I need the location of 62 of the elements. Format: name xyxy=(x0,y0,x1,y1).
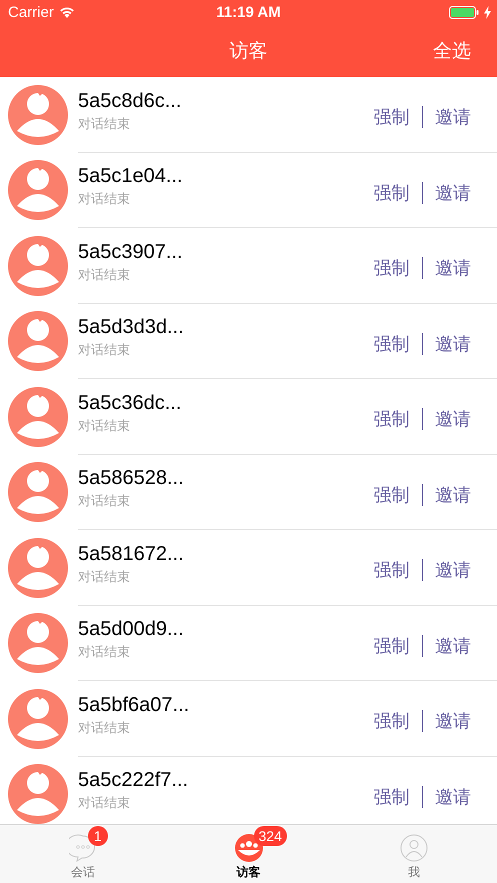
action-link[interactable]: 邀请 xyxy=(435,105,471,130)
battery-icon xyxy=(449,6,479,18)
action-link[interactable]: 强制 xyxy=(374,105,410,130)
avatar-icon xyxy=(8,386,68,447)
visitor-status: 对话结束 xyxy=(78,266,130,284)
visitor-status: 对话结束 xyxy=(78,191,130,208)
action-link[interactable]: 强制 xyxy=(374,784,410,809)
action-link[interactable]: 邀请 xyxy=(435,784,471,809)
action-link[interactable]: 强制 xyxy=(374,256,410,280)
avatar-icon xyxy=(8,462,68,522)
action-link[interactable]: 强制 xyxy=(374,709,410,734)
wifi-icon xyxy=(58,6,75,18)
action-link[interactable]: 邀请 xyxy=(435,558,471,582)
avatar-icon xyxy=(8,613,68,674)
visitor-status: 对话结束 xyxy=(78,116,130,133)
action-link[interactable]: 强制 xyxy=(374,332,410,356)
action-link[interactable]: 强制 xyxy=(374,558,410,582)
action-link[interactable]: 强制 xyxy=(374,180,410,205)
visitor-id: 5a5c8d6c... xyxy=(78,90,182,113)
avatar-icon xyxy=(8,311,68,372)
chat-bubble-icon xyxy=(68,834,97,862)
visitor-id: 5a5c222f7... xyxy=(78,769,188,792)
visitor-status: 对话结束 xyxy=(78,720,130,737)
tab-item[interactable]: 1 会话 xyxy=(0,825,166,883)
count-badge: 324 xyxy=(254,826,287,846)
visitor-id: 5a5d00d9... xyxy=(78,618,184,642)
visitor-id: 5a581672... xyxy=(78,542,184,566)
avatar-icon xyxy=(8,688,68,749)
visitor-status: 对话结束 xyxy=(78,568,130,586)
action-link[interactable]: 邀请 xyxy=(435,709,471,734)
visitor-status: 对话结束 xyxy=(78,342,130,360)
avatar-icon xyxy=(8,160,68,220)
action-link[interactable]: 强制 xyxy=(374,407,410,432)
select-all-button[interactable]: 全选 xyxy=(431,36,473,66)
avatar-icon xyxy=(8,84,68,145)
visitor-status: 对话结束 xyxy=(78,418,130,435)
action-link[interactable]: 邀请 xyxy=(435,180,471,205)
action-link[interactable]: 强制 xyxy=(374,634,410,658)
visitor-status: 对话结束 xyxy=(78,493,130,510)
tab-item[interactable]: 我 xyxy=(331,825,497,883)
visitor-id: 5a5bf6a07... xyxy=(78,694,190,717)
user-icon xyxy=(400,834,428,862)
visitor-status: 对话结束 xyxy=(78,644,130,662)
carrier-label: Carrier xyxy=(8,4,54,20)
tab-item[interactable]: 324 访客 xyxy=(166,825,332,883)
action-link[interactable]: 邀请 xyxy=(435,332,471,356)
action-link[interactable]: 邀请 xyxy=(435,634,471,658)
visitor-id: 5a5c3907... xyxy=(78,240,183,264)
nav-title: 访客 xyxy=(230,38,268,64)
action-link[interactable]: 邀请 xyxy=(435,407,471,432)
visitor-status: 对话结束 xyxy=(78,795,130,812)
count-badge: 1 xyxy=(88,826,108,846)
action-link[interactable]: 邀请 xyxy=(435,256,471,280)
visitor-id: 5a5c36dc... xyxy=(78,392,182,415)
time-label: 11:19 AM xyxy=(216,4,281,20)
action-link[interactable]: 邀请 xyxy=(435,482,471,507)
avatar-icon xyxy=(8,538,68,598)
visitor-id: 5a5d3d3d... xyxy=(78,316,184,340)
action-link[interactable]: 强制 xyxy=(374,482,410,507)
visitor-id: 5a586528... xyxy=(78,467,184,490)
avatar-icon xyxy=(8,236,68,296)
visitor-id: 5a5c1e04... xyxy=(78,165,183,188)
